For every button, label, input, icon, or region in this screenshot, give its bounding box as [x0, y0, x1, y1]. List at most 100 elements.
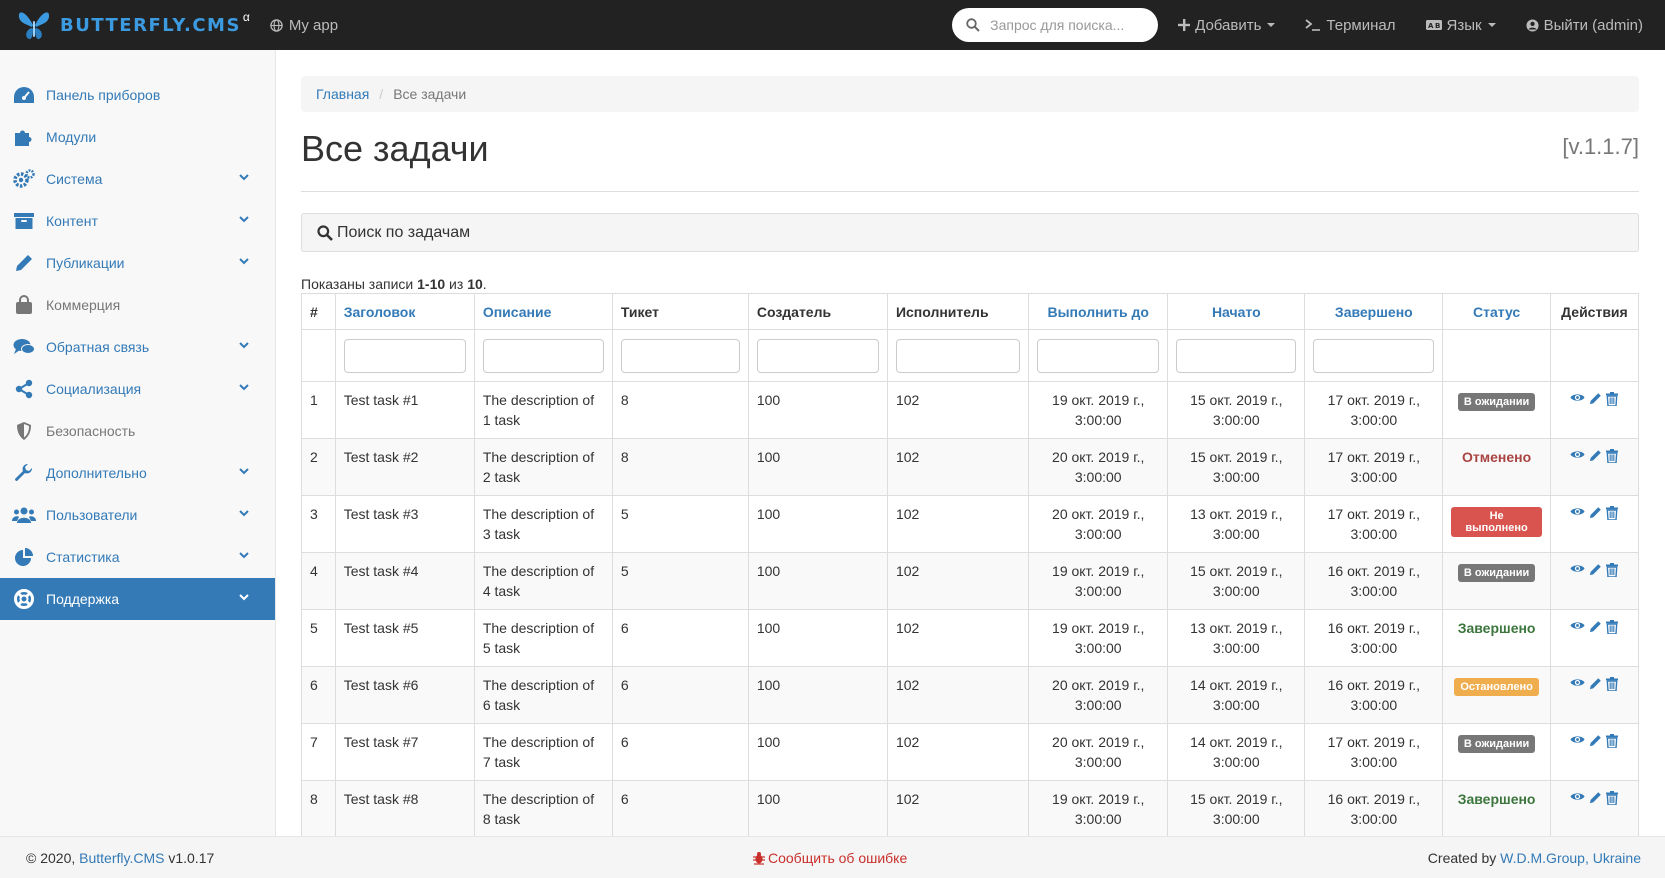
cell-due: 19 окт. 2019 г., 3:00:00: [1028, 780, 1169, 836]
edit-icon[interactable]: [1589, 563, 1602, 577]
breadcrumb-home-link[interactable]: Главная: [316, 86, 369, 102]
filter-title-input[interactable]: [343, 338, 466, 373]
col-header-finished[interactable]: Завершено: [1304, 293, 1444, 330]
filter-finished-input[interactable]: [1313, 338, 1435, 373]
sidebar-item-dashboard[interactable]: Панель приборов: [0, 74, 275, 116]
edit-icon[interactable]: [1589, 734, 1602, 748]
delete-icon[interactable]: [1606, 392, 1619, 406]
sidebar-item-extra[interactable]: Дополнительно: [0, 452, 275, 494]
edit-icon[interactable]: [1589, 392, 1602, 406]
sidebar-item-label: Коммерция: [46, 297, 121, 313]
cell-due: 20 окт. 2019 г., 3:00:00: [1028, 438, 1169, 496]
view-icon[interactable]: [1570, 677, 1585, 691]
cell-actions: [1549, 495, 1640, 553]
filter-creator-input[interactable]: [756, 338, 879, 373]
filter-started-input[interactable]: [1176, 338, 1297, 373]
view-icon[interactable]: [1570, 734, 1585, 748]
cell-finished: 16 окт. 2019 г., 3:00:00: [1304, 780, 1444, 836]
col-header-ticket: Тикет: [611, 293, 749, 330]
cell-ticket: 5: [611, 495, 749, 553]
cell-ticket: 8: [611, 381, 749, 439]
delete-icon[interactable]: [1606, 563, 1619, 577]
edit-icon[interactable]: [1589, 449, 1602, 463]
cell-num: 4: [301, 552, 336, 610]
status-badge: Не выполнено: [1451, 507, 1542, 537]
view-icon[interactable]: [1570, 563, 1585, 577]
version-label: [v.1.1.7]: [1562, 134, 1639, 159]
view-icon[interactable]: [1570, 620, 1585, 634]
edit-icon[interactable]: [1589, 791, 1602, 805]
sidebar-item-feedback[interactable]: Обратная связь: [0, 326, 275, 368]
col-header-started[interactable]: Начато: [1167, 293, 1306, 330]
author-link[interactable]: W.D.M.Group, Ukraine: [1500, 850, 1641, 866]
cell-actions: [1549, 438, 1640, 496]
delete-icon[interactable]: [1606, 791, 1619, 805]
search-icon: [317, 224, 333, 241]
cell-started: 14 окт. 2019 г., 3:00:00: [1167, 666, 1306, 724]
language-dropdown[interactable]: AB Язык: [1425, 17, 1496, 34]
footer-credits: Created by W.D.M.Group, Ukraine: [1428, 850, 1641, 866]
sidebar-item-support[interactable]: Поддержка: [0, 578, 275, 620]
terminal-label: Терминал: [1326, 16, 1396, 34]
cell-creator: 100: [747, 438, 888, 496]
delete-icon[interactable]: [1606, 677, 1619, 691]
users-icon: [12, 503, 36, 527]
sidebar-item-statistics[interactable]: Статистика: [0, 536, 275, 578]
cell-description: The description of 2 task: [473, 438, 613, 496]
sidebar-item-commerce[interactable]: Коммерция: [0, 284, 275, 326]
filter-executor-input[interactable]: [895, 338, 1021, 373]
cell-ticket: 6: [611, 723, 749, 781]
filter-ticket-input[interactable]: [620, 338, 740, 373]
cms-link[interactable]: Butterfly.CMS: [79, 850, 164, 866]
my-app-link[interactable]: My app: [270, 17, 338, 34]
search-input[interactable]: [990, 17, 1141, 33]
butterfly-logo-icon: [18, 12, 50, 40]
search-panel-header[interactable]: Поиск по задачам: [301, 213, 1639, 252]
logout-link[interactable]: Выйти (admin): [1526, 17, 1643, 34]
sidebar-item-system[interactable]: Система: [0, 158, 275, 200]
shield-icon: [12, 419, 36, 443]
edit-icon[interactable]: [1589, 620, 1602, 634]
table-row: 6 Test task #6 The description of 6 task 6 1…: [301, 666, 1640, 724]
cell-status: Завершено: [1442, 780, 1551, 836]
col-header-status[interactable]: Статус: [1442, 293, 1551, 330]
delete-icon[interactable]: [1606, 734, 1619, 748]
cell-due: 20 окт. 2019 г., 3:00:00: [1028, 666, 1169, 724]
col-header-title[interactable]: Заголовок: [334, 293, 475, 330]
table-row: 4 Test task #4 The description of 4 task 5 1…: [301, 552, 1640, 610]
cms-version: v1.0.17: [164, 849, 215, 866]
view-icon[interactable]: [1570, 791, 1585, 805]
view-icon[interactable]: [1570, 449, 1585, 463]
sidebar-item-label: Панель приборов: [46, 87, 161, 103]
terminal-link[interactable]: Терминал: [1305, 16, 1396, 34]
cell-creator: 100: [747, 609, 888, 667]
delete-icon[interactable]: [1606, 506, 1619, 520]
sidebar-item-content[interactable]: Контент: [0, 200, 275, 242]
edit-icon[interactable]: [1589, 506, 1602, 520]
sidebar-item-publications[interactable]: Публикации: [0, 242, 275, 284]
add-dropdown[interactable]: Добавить: [1178, 17, 1276, 34]
cell-description: The description of 7 task: [473, 723, 613, 781]
globe-icon: [270, 18, 283, 32]
sidebar-item-security[interactable]: Безопасность: [0, 410, 275, 452]
edit-icon[interactable]: [1589, 677, 1602, 691]
plus-icon: [1178, 19, 1191, 31]
report-bug-link[interactable]: Сообщить об ошибке: [752, 850, 907, 866]
delete-icon[interactable]: [1606, 449, 1619, 463]
sidebar-item-label: Контент: [46, 213, 98, 229]
view-icon[interactable]: [1570, 392, 1585, 406]
col-header-description[interactable]: Описание: [473, 293, 613, 330]
col-header-due[interactable]: Выполнить до: [1028, 293, 1169, 330]
filter-due-input[interactable]: [1037, 338, 1160, 373]
caret-down-icon: [1487, 23, 1496, 27]
sidebar-item-users[interactable]: Пользователи: [0, 494, 275, 536]
filter-description-input[interactable]: [482, 338, 604, 373]
view-icon[interactable]: [1570, 506, 1585, 520]
sidebar-item-modules[interactable]: Модули: [0, 116, 275, 158]
cell-started: 15 окт. 2019 г., 3:00:00: [1167, 381, 1306, 439]
delete-icon[interactable]: [1606, 620, 1619, 634]
brand[interactable]: BUTTERFLY.CMS α: [16, 0, 250, 50]
table-row: 5 Test task #5 The description of 5 task 6 1…: [301, 609, 1640, 667]
sidebar-item-social[interactable]: Социализация: [0, 368, 275, 410]
cell-creator: 100: [747, 552, 888, 610]
